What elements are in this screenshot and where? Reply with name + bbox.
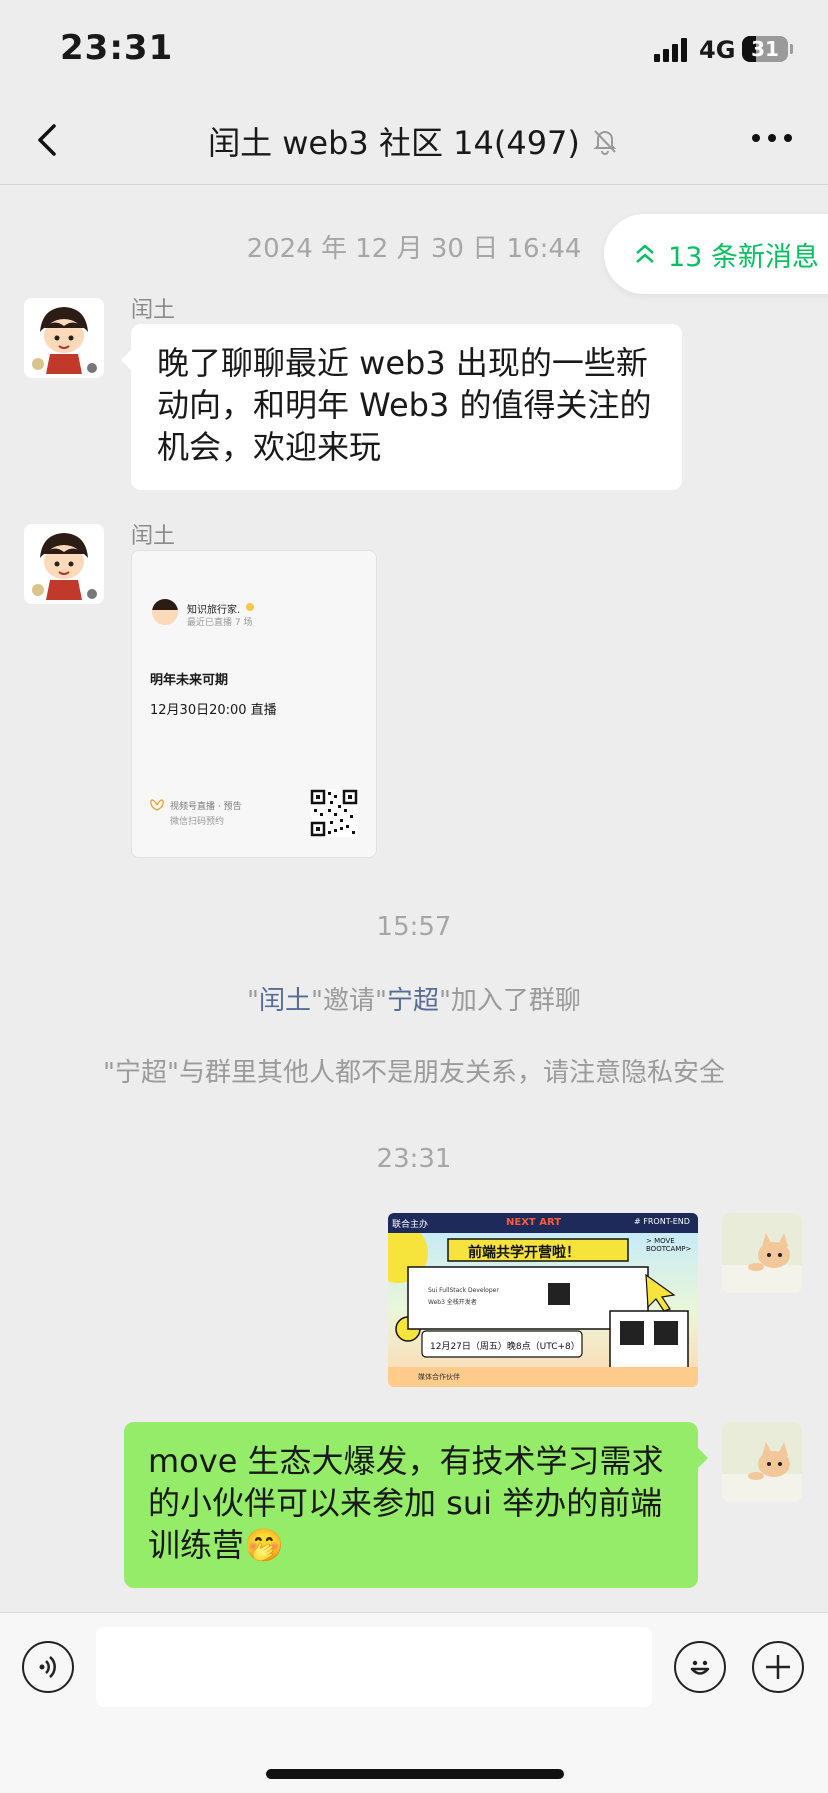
system-message-invite: "闰土"邀请"宁超"加入了群聊: [0, 980, 828, 1017]
poster-date: 12月27日（周五）晚8点（UTC+8）: [430, 1342, 580, 1352]
smiley-icon: [690, 1660, 710, 1675]
mute-bell-icon: [593, 130, 617, 155]
timestamp: 23:31: [376, 1144, 452, 1174]
plus-icon: [766, 1655, 790, 1679]
kitten-avatar-icon: [722, 1422, 802, 1502]
status-time: 23:31: [60, 28, 174, 68]
sender-name: 闰土: [131, 298, 176, 323]
chat-title: 闰土 web3 社区 14(497): [208, 124, 580, 162]
cartoon-avatar-icon: [24, 524, 104, 604]
poster-tag: # FRONT-END: [634, 1217, 690, 1226]
home-indicator: [266, 1769, 564, 1779]
card-footer-sub: 微信扫码预约: [170, 817, 225, 827]
live-preview-card[interactable]: 知识旅行家. 最近已直播 7 场 明年未来可期 12月30日20:00 直播 视…: [131, 550, 377, 858]
card-subline: 最近已直播 7 场: [187, 618, 253, 628]
chat-title-wrap[interactable]: 闰土 web3 社区 14(497): [0, 118, 828, 164]
verified-badge-icon: [246, 603, 254, 611]
message-bubble[interactable]: 晚了聊聊最近 web3 出现的一些新动向，和明年 Web3 的值得关注的机会，欢…: [121, 324, 682, 490]
qr-code-icon: [310, 789, 358, 837]
avatar[interactable]: [24, 298, 104, 378]
input-bar: [0, 1612, 828, 1793]
invite-tail: "加入了群聊: [438, 986, 581, 1016]
network-type: 4G: [699, 36, 736, 64]
poster-side-text: > MOVE BOOTCAMP>: [646, 1237, 692, 1253]
battery-tip: [790, 44, 793, 54]
card-account-name: 知识旅行家.: [187, 605, 241, 616]
message-text: move 生态大爆发，有技术学习需求的小伙伴可以来参加 sui 举办的前端训练营: [148, 1442, 664, 1564]
invitee-link[interactable]: 宁超: [387, 986, 439, 1016]
signal-icon: [654, 38, 690, 62]
card-avatar: [152, 599, 178, 625]
voice-input-button[interactable]: [22, 1641, 74, 1693]
my-message-bubble[interactable]: move 生态大爆发，有技术学习需求的小伙伴可以来参加 sui 举办的前端训练营…: [124, 1422, 708, 1588]
emoji-button[interactable]: [674, 1641, 726, 1693]
battery-level: 31: [751, 37, 779, 61]
poster-top-left: 联合主办: [392, 1220, 429, 1230]
chat-header: 闰土 web3 社区 14(497): [0, 96, 828, 185]
poster-line2: Web3 全栈开发者: [428, 1299, 477, 1306]
new-messages-label: 13 条新消息: [668, 241, 819, 273]
poster-headline: 前端共学开营啦！: [468, 1245, 580, 1261]
poster-bottom: 媒体合作伙伴: [418, 1373, 460, 1381]
battery-icon: 31: [742, 36, 788, 62]
poster-line1: Sui FullStack Developer: [428, 1287, 499, 1294]
poster-brand: NEXT ART: [506, 1217, 562, 1228]
sender-name: 闰土: [131, 524, 176, 549]
my-avatar[interactable]: [722, 1422, 802, 1502]
invite-text: "邀请": [311, 986, 387, 1016]
more-functions-button[interactable]: [752, 1641, 804, 1693]
cartoon-avatar-icon: [24, 298, 104, 378]
kitten-avatar-icon: [722, 1213, 802, 1293]
timestamp: 15:57: [376, 912, 452, 942]
inviter-link[interactable]: 闰土: [259, 986, 311, 1016]
facepalm-emoji: 🤭: [244, 1526, 284, 1564]
new-messages-button[interactable]: 13 条新消息: [604, 214, 828, 294]
card-live-time: 12月30日20:00 直播: [150, 703, 277, 718]
card-title: 明年未来可期: [150, 673, 229, 688]
message-text: 晚了聊聊最近 web3 出现的一些新动向，和明年 Web3 的值得关注的机会，欢…: [157, 344, 652, 466]
voice-icon: [39, 1656, 56, 1678]
message-input[interactable]: [96, 1627, 652, 1707]
shared-poster-image[interactable]: 联合主办 NEXT ART # FRONT-END > MOVE BOOTCAM…: [388, 1213, 698, 1387]
card-footer-main: 视频号直播 · 预告: [170, 802, 242, 812]
my-avatar[interactable]: [722, 1213, 802, 1293]
double-chevron-up-icon: [636, 244, 654, 263]
quote: ": [247, 986, 260, 1016]
system-message-privacy: "宁超"与群里其他人都不是朋友关系，请注意隐私安全: [103, 1058, 725, 1088]
more-options-button[interactable]: [750, 134, 794, 144]
avatar[interactable]: [24, 524, 104, 604]
channels-butterfly-icon: [150, 799, 164, 811]
